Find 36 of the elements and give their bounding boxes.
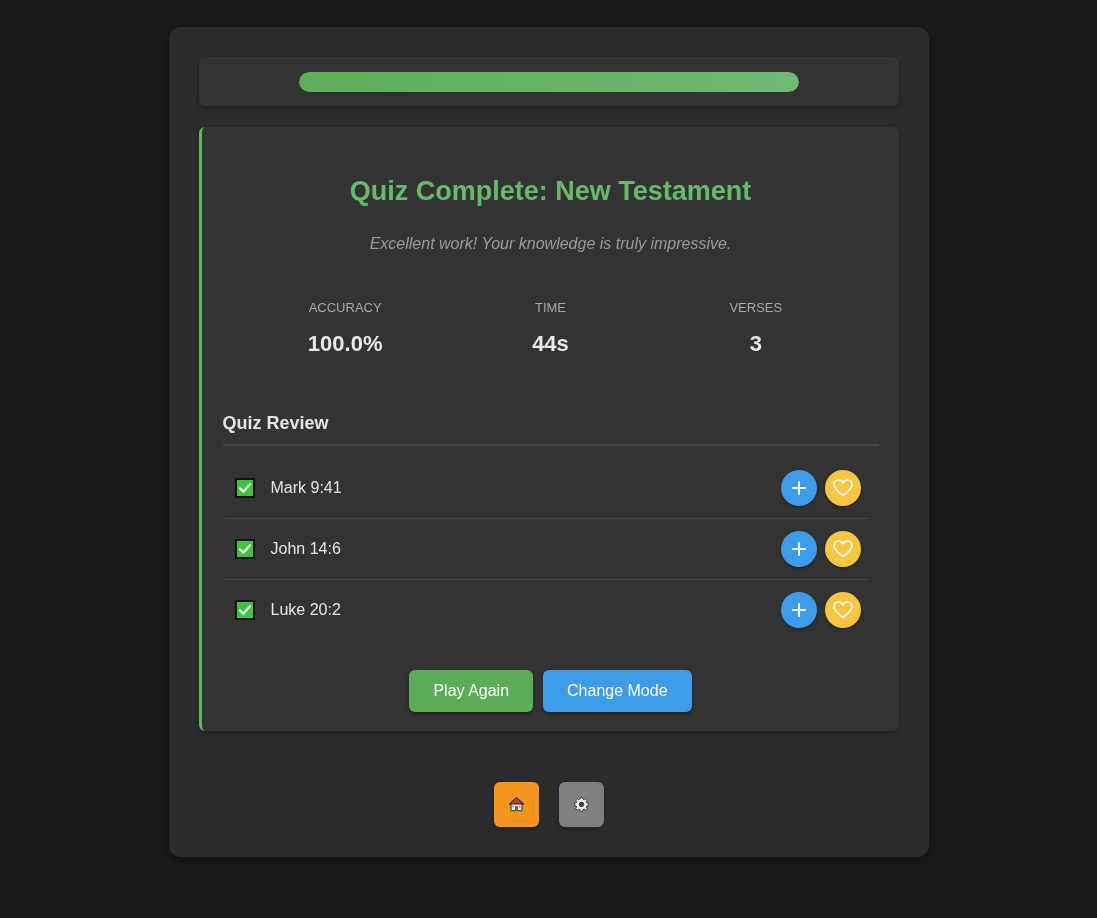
checkbox[interactable] [234, 539, 255, 559]
result-message: Excellent work! Your knowledge is truly impressive. [368, 234, 733, 254]
stat-value: 44s [532, 331, 569, 357]
stat-value: 100.0% [307, 331, 383, 357]
checkmark-icon [238, 605, 251, 615]
review-heading: Quiz Review [222, 412, 879, 446]
stat-value: 3 [749, 331, 762, 357]
settings-button[interactable] [558, 782, 604, 827]
change-mode-button[interactable]: Change Mode [543, 670, 692, 712]
favorite-button[interactable] [824, 470, 861, 506]
stat-label: VERSES [729, 300, 783, 316]
heart-icon [832, 479, 853, 497]
checkbox[interactable] [234, 478, 255, 498]
favorite-button[interactable] [824, 592, 861, 628]
verse-reference: Mark 9:41 [270, 479, 342, 497]
heart-icon [832, 540, 853, 558]
plus-icon [791, 481, 806, 495]
stat-label: ACCURACY [308, 300, 382, 316]
heart-icon [832, 601, 853, 619]
add-button[interactable] [780, 592, 817, 628]
result-title: Quiz Complete: New Testament [348, 175, 753, 207]
verse-reference: John 14:6 [270, 540, 341, 558]
add-button[interactable] [780, 470, 817, 506]
home-button[interactable] [493, 782, 539, 827]
favorite-button[interactable] [824, 531, 861, 567]
stat-label: TIME [534, 300, 566, 316]
plus-icon [791, 603, 806, 617]
checkbox[interactable] [234, 600, 255, 620]
add-button[interactable] [780, 531, 817, 567]
play-again-button[interactable]: Play Again [409, 670, 534, 712]
house-icon [508, 797, 524, 812]
checkmark-icon [238, 544, 251, 554]
checkmark-icon [238, 483, 251, 493]
settings-icon [573, 797, 589, 812]
verse-reference: Luke 20:2 [270, 601, 341, 619]
plus-icon [791, 542, 806, 556]
